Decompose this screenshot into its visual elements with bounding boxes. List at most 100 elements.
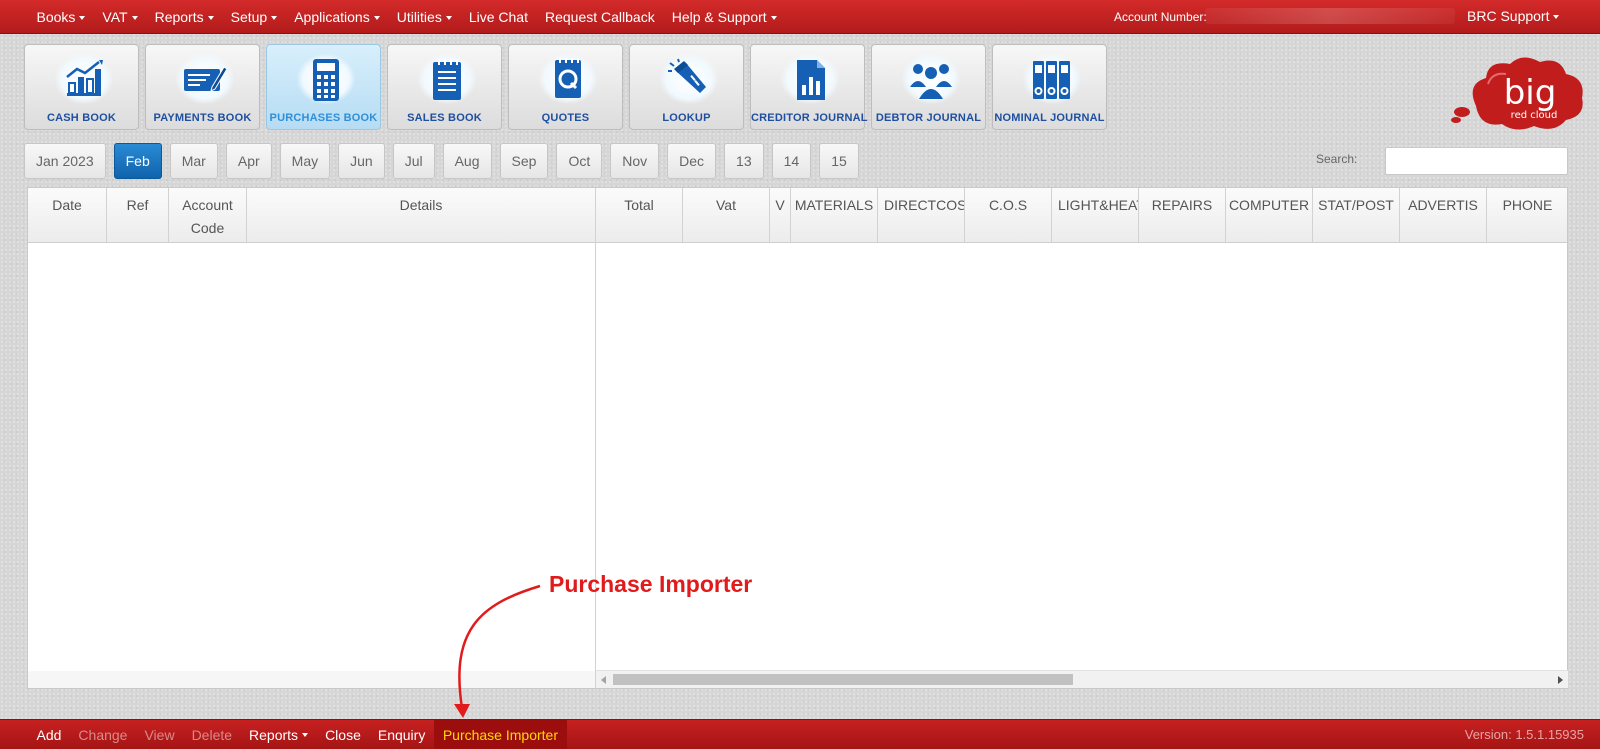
caret-down-icon	[131, 15, 138, 20]
month-apr[interactable]: Apr	[225, 143, 272, 179]
menu-books[interactable]: Books	[28, 9, 94, 25]
tile-label: LOOKUP	[662, 112, 711, 124]
tile-label: PURCHASES BOOK	[269, 112, 378, 124]
grid-header: Date Ref Account Code Details Total Vat …	[28, 188, 1567, 243]
logo-sub-text: red cloud	[1511, 110, 1558, 121]
col-date[interactable]: Date	[28, 188, 107, 242]
month-jul[interactable]: Jul	[392, 143, 435, 179]
tile-quotes[interactable]: QUOTES	[508, 44, 623, 130]
tile-lookup[interactable]: LOOKUP	[629, 44, 744, 130]
brc-support-menu[interactable]: BRC Support	[1467, 8, 1560, 24]
scroll-left-arrow-icon[interactable]	[601, 676, 606, 684]
close-button[interactable]: Close	[317, 720, 370, 749]
calculator-icon	[313, 59, 339, 101]
col-account-code[interactable]: Account Code	[169, 188, 247, 242]
menu-reports[interactable]: Reports	[146, 9, 222, 25]
view-button[interactable]: View	[136, 720, 183, 749]
bar-chart-icon	[66, 60, 103, 96]
month-jan-2023[interactable]: Jan 2023	[24, 143, 106, 179]
tile-debtor-journal[interactable]: DEBTOR JOURNAL	[871, 44, 986, 130]
col-ref[interactable]: Ref	[107, 188, 169, 242]
version-label: Version: 1.5.1.15935	[1464, 727, 1584, 742]
tile-label: NOMINAL JOURNAL	[994, 112, 1105, 124]
period-14[interactable]: 14	[771, 143, 812, 179]
col-total[interactable]: Total	[596, 188, 683, 242]
book-tiles: CASH BOOK PAYMENTS BOOK PURCHASES BOOK S…	[24, 44, 1113, 130]
annotation-arrow-icon	[454, 584, 541, 718]
tile-cash-book[interactable]: CASH BOOK	[24, 44, 139, 130]
search-input[interactable]	[1385, 147, 1568, 175]
search-label: Search:	[1316, 152, 1358, 166]
logo-main-text: big	[1504, 73, 1557, 113]
menu-setup[interactable]: Setup	[222, 9, 286, 25]
tile-label: CREDITOR JOURNAL	[751, 112, 868, 124]
col-details[interactable]: Details	[247, 188, 596, 242]
col-vat[interactable]: Vat	[683, 188, 770, 242]
reports-dropdown-button[interactable]: Reports	[241, 720, 317, 749]
caret-down-icon	[302, 732, 309, 737]
caret-down-icon	[79, 15, 86, 20]
big-red-cloud-logo: big red cloud	[1451, 57, 1583, 130]
menu-applications[interactable]: Applications	[286, 9, 389, 25]
month-sep[interactable]: Sep	[499, 143, 549, 179]
col-phone[interactable]: PHONE	[1487, 188, 1568, 242]
scroll-right-arrow-icon[interactable]	[1558, 676, 1563, 684]
bottom-toolbar: Add Change View Delete Reports Close Enq…	[0, 719, 1600, 749]
month-may[interactable]: May	[279, 143, 331, 179]
tile-payments-book[interactable]: PAYMENTS BOOK	[145, 44, 260, 130]
month-nov[interactable]: Nov	[610, 143, 660, 179]
caret-down-icon	[445, 15, 452, 20]
add-button[interactable]: Add	[28, 720, 70, 749]
purchase-importer-button[interactable]: Purchase Importer	[433, 720, 567, 749]
col-repairs[interactable]: REPAIRS	[1139, 188, 1226, 242]
tile-sales-book[interactable]: SALES BOOK	[387, 44, 502, 130]
cheque-pen-icon	[184, 66, 228, 92]
change-button[interactable]: Change	[70, 720, 136, 749]
period-15[interactable]: 15	[819, 143, 859, 179]
tile-nominal-journal[interactable]: NOMINAL JOURNAL	[992, 44, 1107, 130]
month-oct[interactable]: Oct	[556, 143, 603, 179]
tile-label: SALES BOOK	[407, 112, 482, 124]
col-cos[interactable]: C.O.S	[965, 188, 1052, 242]
col-directcos[interactable]: DIRECTCOS	[878, 188, 965, 242]
menu-request-callback[interactable]: Request Callback	[536, 9, 663, 25]
people-group-icon	[910, 64, 952, 99]
period-selector: Jan 2023 Feb Mar Apr May Jun Jul Aug Sep…	[24, 143, 867, 179]
chart-document-icon	[797, 60, 825, 100]
enquiry-button[interactable]: Enquiry	[369, 720, 433, 749]
menu-utilities[interactable]: Utilities	[388, 9, 460, 25]
top-menu-bar: Books VAT Reports Setup Applications Uti…	[0, 0, 1600, 34]
top-menu: Books VAT Reports Setup Applications Uti…	[28, 0, 785, 33]
col-v[interactable]: V	[770, 188, 791, 242]
caret-down-icon	[373, 15, 380, 20]
scrollbar-thumb[interactable]	[613, 674, 1073, 685]
col-light-heat[interactable]: LIGHT&HEAT	[1052, 188, 1139, 242]
caret-down-icon	[207, 15, 214, 20]
flashlight-icon	[668, 58, 706, 93]
month-aug[interactable]: Aug	[442, 143, 492, 179]
caret-down-icon	[1553, 15, 1560, 20]
caret-down-icon	[271, 15, 278, 20]
menu-vat[interactable]: VAT	[94, 9, 146, 25]
grid-frozen-divider	[595, 188, 596, 688]
tile-creditor-journal[interactable]: CREDITOR JOURNAL	[750, 44, 868, 130]
month-dec[interactable]: Dec	[667, 143, 717, 179]
tile-purchases-book[interactable]: PURCHASES BOOK	[266, 44, 381, 130]
delete-button[interactable]: Delete	[183, 720, 240, 749]
binders-icon	[1033, 61, 1070, 99]
month-mar[interactable]: Mar	[169, 143, 218, 179]
menu-help-support[interactable]: Help & Support	[663, 9, 785, 25]
col-computer[interactable]: COMPUTER	[1226, 188, 1313, 242]
tile-label: QUOTES	[541, 112, 590, 124]
month-feb[interactable]: Feb	[113, 143, 162, 179]
menu-live-chat[interactable]: Live Chat	[460, 9, 536, 25]
month-jun[interactable]: Jun	[338, 143, 385, 179]
tile-label: DEBTOR JOURNAL	[875, 112, 982, 124]
col-stat-post[interactable]: STAT/POST	[1313, 188, 1400, 242]
caret-down-icon	[770, 15, 777, 20]
period-13[interactable]: 13	[724, 143, 764, 179]
col-advertis[interactable]: ADVERTIS	[1400, 188, 1487, 242]
horizontal-scrollbar[interactable]	[596, 670, 1568, 688]
col-materials[interactable]: MATERIALS	[791, 188, 878, 242]
annotation-label: Purchase Importer	[549, 571, 753, 597]
